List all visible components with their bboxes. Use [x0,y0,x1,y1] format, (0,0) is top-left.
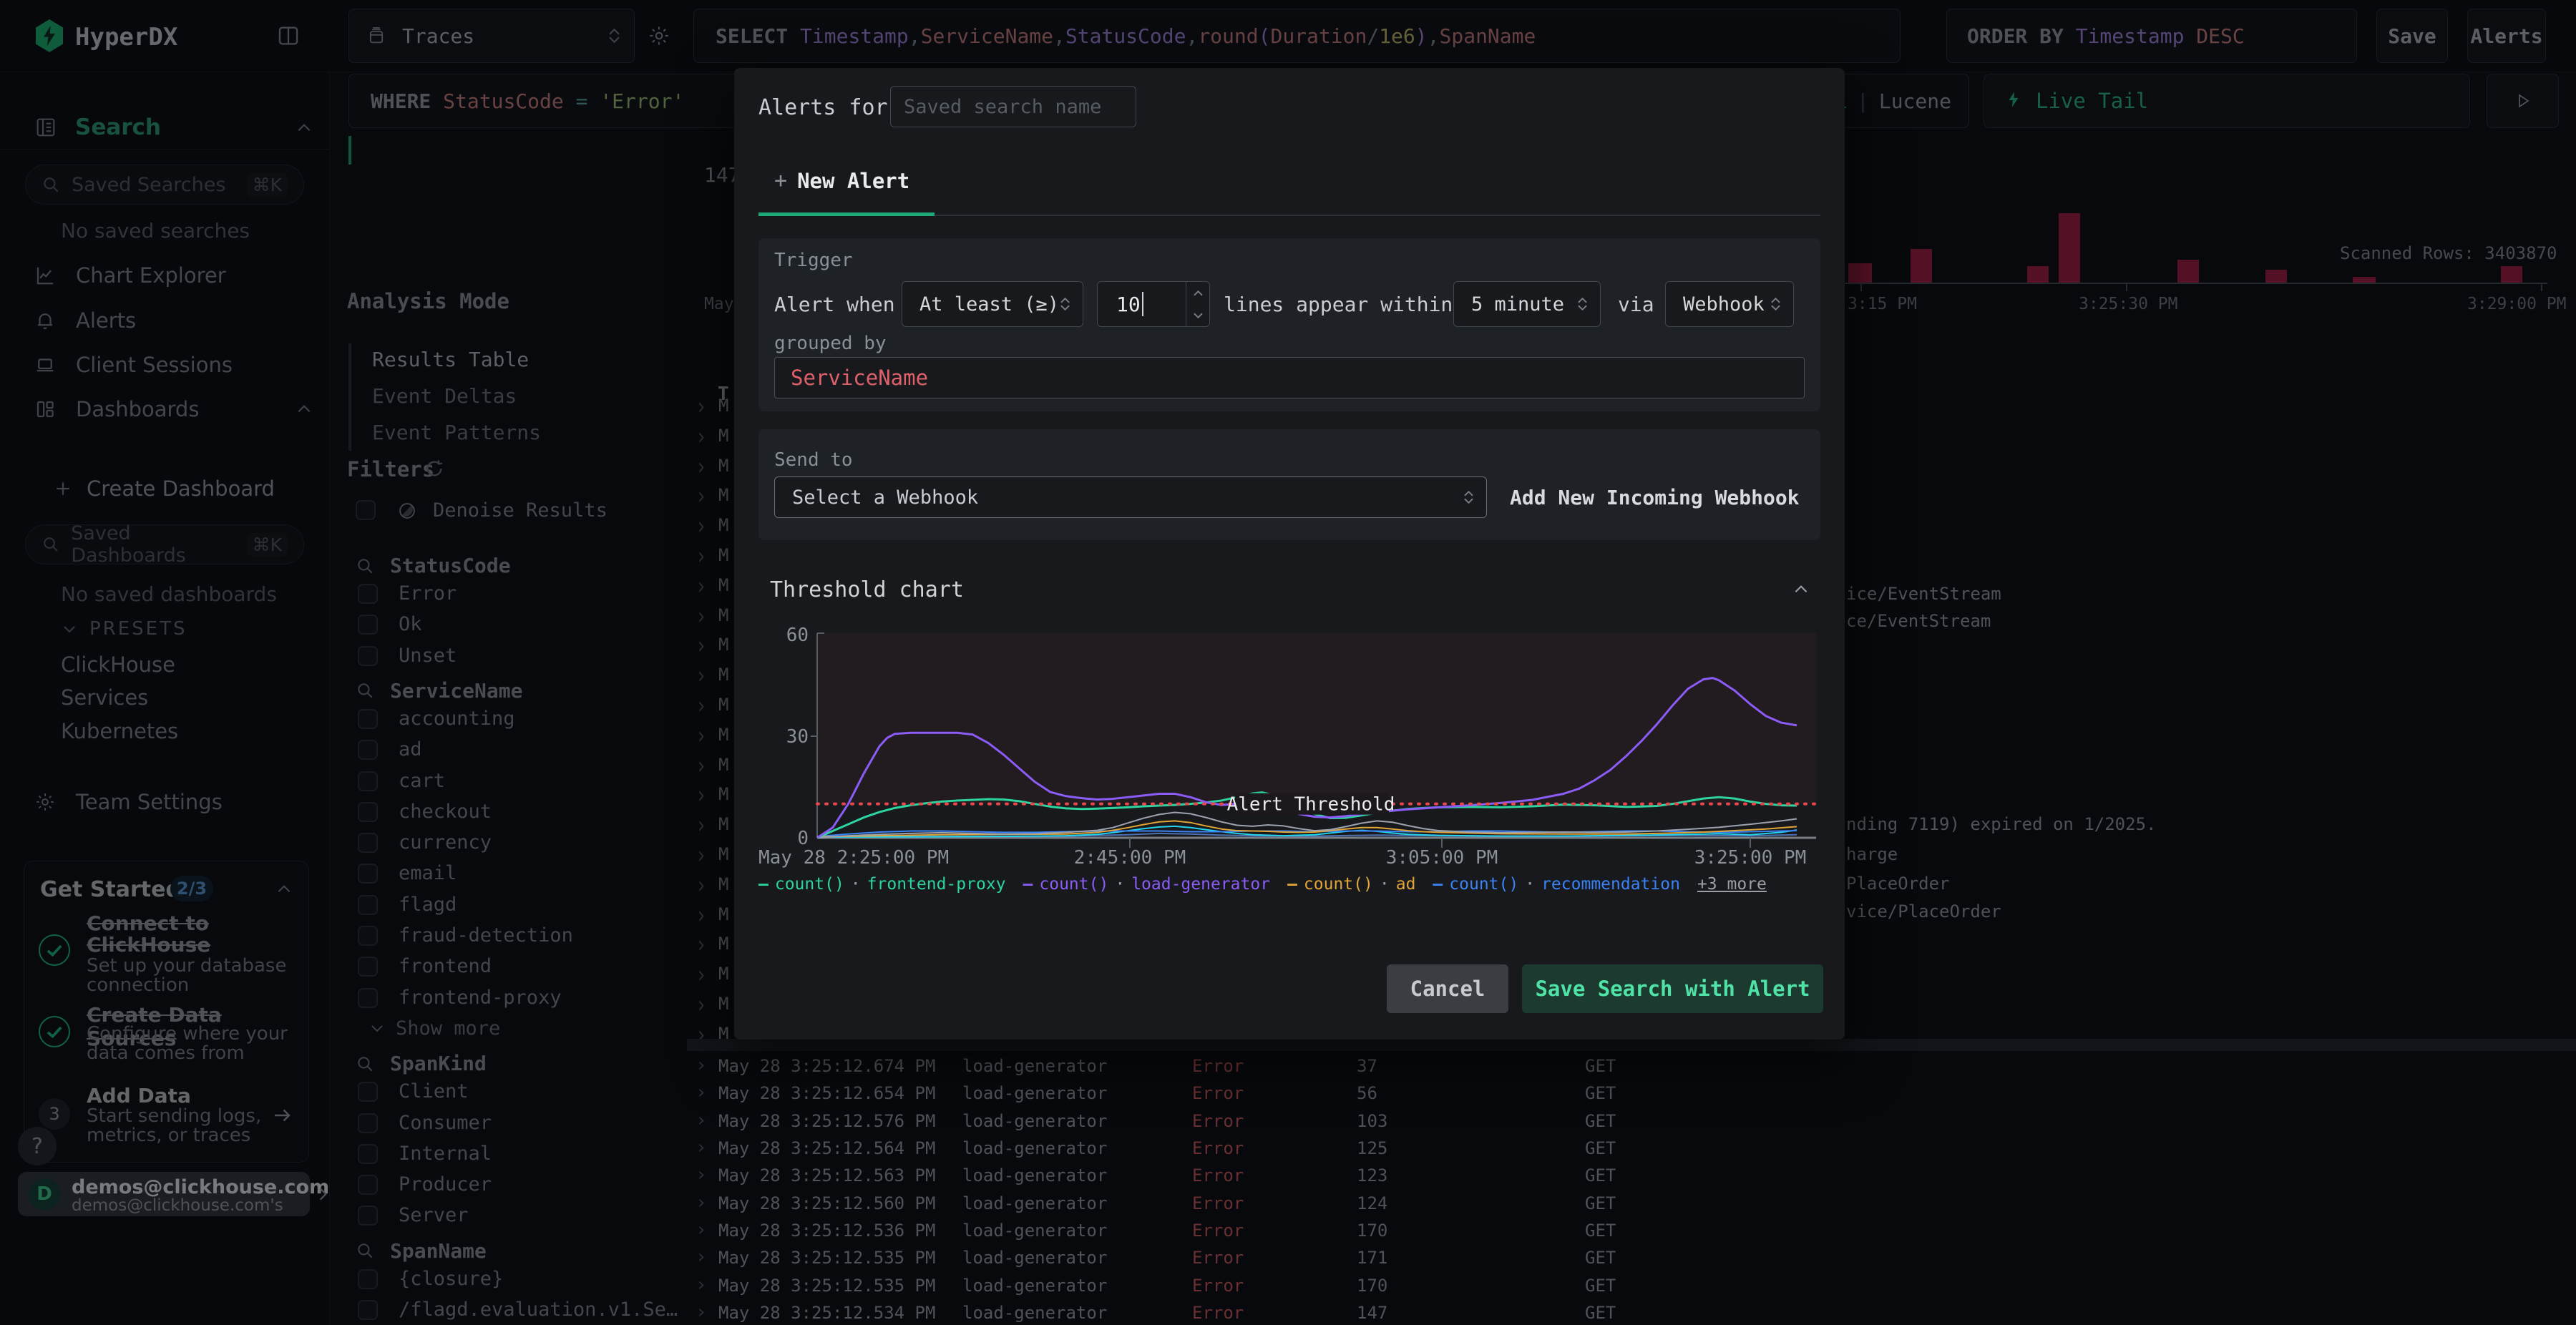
grouped-by-value: ServiceName [791,366,929,390]
x-axis-tick: 3:25:00 PM [1694,847,1807,869]
x-axis-tick: May 28 2:25:00 PM [758,847,949,869]
series-count() · load-generator [816,677,1797,839]
chevron-updown-icon [1578,298,1587,311]
webhook-select[interactable]: Select a Webhook [774,476,1487,518]
series-count() · checkout [816,832,1797,838]
legend-metric: count() [1449,875,1519,894]
operator-select-value: At least (≥) [919,293,1060,316]
legend-series-name: load-generator [1131,875,1271,894]
grouped-by-input[interactable]: ServiceName [774,357,1805,399]
x-axis-tick: 2:45:00 PM [1074,847,1186,869]
legend-item-ad[interactable]: — count() · ad [1287,875,1415,894]
threshold-value: 10 [1116,292,1141,316]
above-threshold-region [817,633,1816,804]
legend-line-swatch: — [1287,875,1297,894]
series-count() · recommendation [816,830,1797,838]
legend-series-name: frontend-proxy [867,875,1006,894]
modal-title: Alerts for [758,95,888,120]
alert-modal: Alerts for Saved search name + New Alert… [734,68,1845,1040]
via-label: via [1618,292,1654,316]
legend-series-name: ad [1395,875,1416,894]
legend-line-swatch: — [1433,875,1443,894]
add-webhook-link[interactable]: Add New Incoming Webhook [1510,476,1800,518]
legend-separator: · [1525,875,1536,894]
legend-line-swatch: — [1023,875,1033,894]
y-axis-tick: 60 [786,625,809,646]
channel-select[interactable]: Webhook [1665,281,1794,327]
grouped-by-label: grouped by [774,333,887,354]
trigger-section-label: Trigger [774,250,853,271]
channel-select-value: Webhook [1683,293,1765,316]
legend-separator: · [1379,875,1390,894]
operator-select[interactable]: At least (≥) [902,281,1083,327]
legend-metric: count() [1303,875,1373,894]
hyperdx-app: HyperDX Traces SELECT Timestamp,ServiceN… [0,0,2576,1325]
chevron-updown-icon [1464,491,1473,504]
threshold-chart-title: Threshold chart [770,577,964,602]
legend-line-swatch: — [758,875,769,894]
cancel-button[interactable]: Cancel [1387,964,1508,1013]
chevron-updown-icon [1771,298,1780,311]
alert-name-input[interactable]: Saved search name [890,86,1136,127]
alert-when-label: Alert when [774,292,895,316]
legend-item-load-generator[interactable]: — count() · load-generator [1023,875,1271,894]
series-count() · ad [816,820,1797,838]
text-caret [1141,292,1143,316]
lines-appear-label: lines appear within [1224,292,1453,316]
series-count() · cart [816,825,1797,838]
legend-separator: · [850,875,861,894]
window-select[interactable]: 5 minute [1453,281,1601,327]
trigger-section: Trigger Alert when At least (≥) 10 lines… [758,238,1820,411]
tab-new-alert[interactable]: + New Alert [774,168,909,193]
chevron-updown-icon [1060,298,1070,311]
collapse-chevron-icon[interactable] [1792,580,1810,599]
legend-item-recommendation[interactable]: — count() · recommendation [1433,875,1680,894]
series-count() · frontend [816,811,1797,838]
y-axis-tick: 30 [786,726,809,748]
legend-more-link[interactable]: +3 more [1697,875,1767,894]
send-to-section: Send to Select a Webhook Add New Incomin… [758,429,1820,540]
send-to-label: Send to [774,449,853,471]
chart-legend: — count() · frontend-proxy — count() · load-gen… [758,875,1825,894]
window-select-value: 5 minute [1471,293,1565,316]
series-count() · frontend-proxy [816,791,1797,839]
alert-threshold-label: Alert Threshold [1227,794,1395,816]
y-axis-tick: 0 [797,828,809,849]
cancel-button-label: Cancel [1410,977,1485,1001]
plus-icon: + [774,168,788,193]
tab-new-alert-label: New Alert [797,168,910,193]
x-axis-tick: 3:05:00 PM [1386,847,1498,869]
number-stepper[interactable] [1186,282,1209,326]
alert-name-placeholder: Saved search name [904,95,1102,118]
legend-series-name: recommendation [1541,875,1680,894]
legend-item-frontend-proxy[interactable]: — count() · frontend-proxy [758,875,1006,894]
save-search-with-alert-button[interactable]: Save Search with Alert [1522,964,1823,1013]
legend-separator: · [1115,875,1126,894]
webhook-select-value: Select a Webhook [792,486,979,509]
threshold-input[interactable]: 10 [1097,281,1210,327]
legend-metric: count() [1039,875,1109,894]
legend-metric: count() [774,875,844,894]
active-tab-indicator [758,212,935,216]
save-button-label: Save Search with Alert [1535,977,1810,1001]
